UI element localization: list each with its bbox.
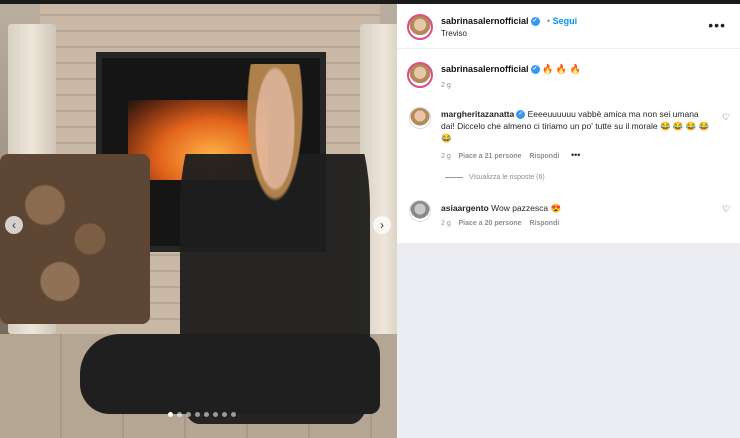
like-comment-icon[interactable]: ♡ [722, 112, 730, 123]
commenter-avatar[interactable] [409, 107, 431, 129]
comment-time: 2 g [441, 220, 451, 227]
post-header: sabrinasalernofficial ✓ • Segui Treviso •… [397, 4, 740, 49]
follow-label: Segui [552, 16, 578, 26]
carousel-dot[interactable] [204, 412, 209, 417]
caption-time: 2 g [441, 82, 451, 89]
follow-button[interactable]: • Segui [547, 16, 577, 26]
carousel-dot[interactable] [195, 412, 200, 417]
comment-likes[interactable]: Piace a 21 persone [459, 153, 522, 160]
verified-icon: ✓ [516, 110, 526, 120]
author-avatar[interactable] [407, 14, 433, 40]
carousel-dot[interactable] [186, 412, 191, 417]
commenter-username[interactable]: margheritazanatta [441, 109, 514, 119]
person-legs [80, 334, 380, 414]
comment-meta: 2 g Piace a 21 persone Rispondi ••• [441, 150, 580, 160]
caption-username[interactable]: sabrinasalernofficial ✓ 🔥 🔥 🔥 [441, 64, 581, 75]
caption-avatar[interactable] [407, 62, 433, 88]
reply-button[interactable]: Rispondi [529, 220, 559, 227]
post-side-panel: sabrinasalernofficial ✓ • Segui Treviso •… [397, 4, 740, 243]
carousel-next-button[interactable]: › [373, 216, 391, 234]
carousel-dot[interactable] [231, 412, 236, 417]
carousel-dot[interactable] [168, 412, 173, 417]
post-location[interactable]: Treviso [441, 29, 467, 38]
firewood-pile [0, 154, 150, 324]
instagram-post-window: ‹ › sabrinasalernofficial ✓ • Segui Trevi… [0, 0, 740, 438]
view-replies-label: Visualizza le risposte (6) [469, 174, 545, 181]
comment-meta: 2 g Piace a 20 persone Rispondi [441, 220, 559, 227]
caption-text: 🔥 🔥 🔥 [542, 64, 581, 74]
carousel-dot[interactable] [222, 412, 227, 417]
author-username[interactable]: sabrinasalernofficial ✓ [441, 16, 540, 27]
commenter-avatar[interactable] [409, 200, 431, 222]
author-username-text: sabrinasalernofficial [441, 16, 529, 26]
comment-options-icon[interactable]: ••• [571, 150, 580, 160]
verified-icon: ✓ [530, 65, 540, 75]
verified-icon: ✓ [530, 17, 540, 27]
comment-body: asiaargento Wow pazzesca 😍 [441, 202, 711, 214]
reply-button[interactable]: Rispondi [529, 153, 559, 160]
empty-area [397, 243, 740, 438]
carousel-dot[interactable] [213, 412, 218, 417]
carousel-dot[interactable] [177, 412, 182, 417]
carousel-dots [168, 412, 236, 417]
comment-body: margheritazanatta ✓ Eeeeuuuuuu vabbè amic… [441, 108, 711, 144]
like-comment-icon[interactable]: ♡ [722, 204, 730, 215]
caption-username-text: sabrinasalernofficial [441, 64, 529, 74]
carousel-prev-button[interactable]: ‹ [5, 216, 23, 234]
comment-likes[interactable]: Piace a 20 persone [459, 220, 522, 227]
post-photo[interactable]: ‹ › [0, 4, 397, 438]
view-replies-button[interactable]: Visualizza le risposte (6) [445, 174, 545, 181]
replies-line [445, 176, 463, 178]
comment-time: 2 g [441, 153, 451, 160]
comment-text: Wow pazzesca 😍 [491, 203, 562, 213]
more-options-icon[interactable]: ••• [708, 17, 726, 33]
commenter-username[interactable]: asiaargento [441, 203, 489, 213]
